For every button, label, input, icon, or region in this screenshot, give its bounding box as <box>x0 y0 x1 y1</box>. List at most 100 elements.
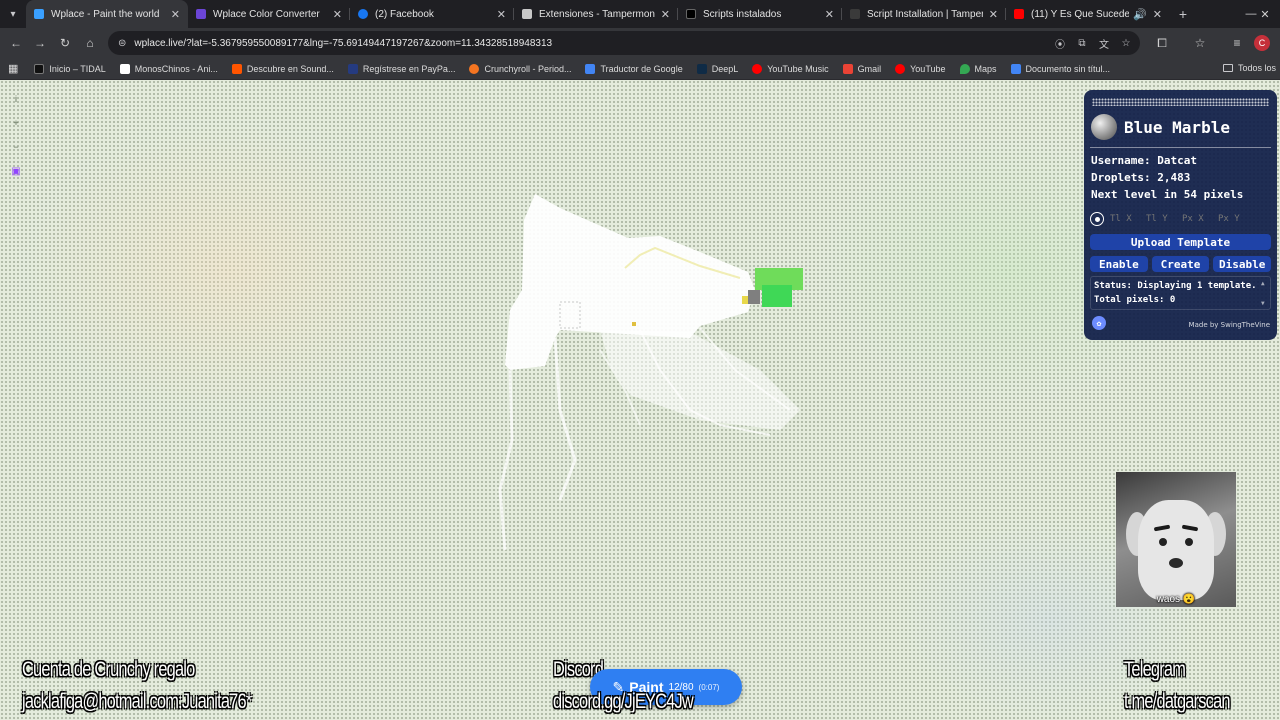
close-icon[interactable]: ✕ <box>333 8 342 21</box>
droplets-text: Droplets: 2,483 <box>1091 171 1191 184</box>
tab-strip: ▾ Wplace - Paint the world ✕ Wplace Colo… <box>0 0 1280 28</box>
status-more-text: Total pixels: 0 <box>1094 295 1176 305</box>
disable-button[interactable]: Disable <box>1213 256 1272 272</box>
settings-icon[interactable]: ✿ <box>1092 316 1106 330</box>
all-bookmarks-folder[interactable]: Todos los <box>1222 63 1276 73</box>
zoom-out-icon[interactable]: − <box>9 140 23 154</box>
bookmark-label: DeepL <box>711 63 739 74</box>
apps-grid-icon[interactable]: ▦ <box>8 62 18 75</box>
username-text: Username: Datcat <box>1091 154 1197 167</box>
youtube-music-icon <box>752 63 763 74</box>
close-icon[interactable]: ✕ <box>497 8 506 21</box>
paint-timer: (0:07) <box>698 682 720 692</box>
blue-marble-panel: Blue Marble Username: Datcat Droplets: 2… <box>1084 90 1277 340</box>
tab-wplace[interactable]: Wplace - Paint the world ✕ <box>26 0 188 28</box>
tab-search-icon[interactable]: ▾ <box>0 0 26 28</box>
tile-y-input[interactable] <box>1146 212 1176 226</box>
bookmark-tidal[interactable]: Inicio – TIDAL <box>34 63 106 74</box>
bookmark-monoschinos[interactable]: MonosChinos - Ani... <box>119 63 218 74</box>
tab-tampermonkey-extensions[interactable]: Extensiones - Tampermonkey ✕ <box>514 0 678 28</box>
pixel-x-input[interactable] <box>1182 212 1212 226</box>
profile-avatar[interactable]: C <box>1254 35 1270 51</box>
reload-icon[interactable]: ↻ <box>55 33 75 53</box>
folder-icon <box>1222 64 1233 72</box>
address-bar[interactable]: ⊜ wplace.live/?lat=-5.367959550089177&ln… <box>108 31 1140 55</box>
bookmarks-star-icon[interactable]: ☆ <box>1190 33 1210 53</box>
location-pin-icon[interactable]: ⦿ <box>1052 35 1068 51</box>
bookmark-crunchyroll[interactable]: Crunchyroll - Period... <box>469 63 572 74</box>
dog-nose <box>1169 558 1183 568</box>
info-icon[interactable]: i <box>9 92 23 106</box>
telegram-title: Telegram <box>1124 658 1186 681</box>
bookmark-gmail[interactable]: Gmail <box>842 63 881 74</box>
blue-marble-logo-icon[interactable] <box>1091 114 1117 140</box>
create-button[interactable]: Create <box>1151 256 1210 272</box>
discord-link: discord.gg/JjEYC4Jw <box>553 690 694 713</box>
home-icon[interactable]: ⌂ <box>80 33 100 53</box>
dog-head <box>1138 500 1214 600</box>
forward-arrow-icon[interactable]: → <box>30 33 50 53</box>
bookmark-star-icon[interactable]: ☆ <box>1118 35 1134 51</box>
bookmark-label: Crunchyroll - Period... <box>484 63 572 74</box>
menu-icon[interactable]: ≡ <box>1227 33 1247 53</box>
speaker-icon[interactable]: 🔊 <box>1133 8 1147 21</box>
bookmark-paypal[interactable]: Regístrese en PayPa... <box>347 63 455 74</box>
close-icon[interactable]: ✕ <box>989 8 998 21</box>
bookmark-label: Traductor de Google <box>600 63 683 74</box>
tile-x-input[interactable] <box>1110 212 1140 226</box>
tab-facebook[interactable]: (2) Facebook ✕ <box>350 0 514 28</box>
close-icon[interactable]: ✕ <box>171 8 180 21</box>
upload-template-button[interactable]: Upload Template <box>1090 234 1271 250</box>
site-info-icon[interactable]: ⊜ <box>118 38 126 49</box>
bookmark-label: YouTube <box>910 63 946 74</box>
bookmark-soundcloud[interactable]: Descubre en Sound... <box>231 63 334 74</box>
credit-text: Made by SwingTheVine <box>1188 321 1270 329</box>
tidal-icon <box>34 63 45 74</box>
translate-icon[interactable]: 文 <box>1096 35 1112 51</box>
status-box[interactable]: Status: Displaying 1 template. Total pix… <box>1090 276 1271 310</box>
next-level-text: Next level in 54 pixels <box>1091 188 1244 201</box>
tab-script-installation[interactable]: Script Installation | Tampermon ✕ <box>842 0 1006 28</box>
tab-color-converter[interactable]: Wplace Color Converter ✕ <box>188 0 350 28</box>
close-icon[interactable]: ✕ <box>1153 8 1162 21</box>
tab-youtube-video[interactable]: (11) Y Es Que Sucede Así - 🔊 ✕ <box>1006 0 1170 28</box>
drag-handle[interactable] <box>1092 98 1269 106</box>
back-arrow-icon[interactable]: ← <box>6 33 26 53</box>
facebook-favicon-icon <box>358 9 368 19</box>
zoom-in-icon[interactable]: + <box>9 116 23 130</box>
gmail-icon <box>842 63 853 74</box>
enable-button[interactable]: Enable <box>1090 256 1148 272</box>
bookmark-youtube[interactable]: YouTube <box>895 63 946 74</box>
twitch-icon[interactable]: ▣ <box>9 164 23 178</box>
bookmark-maps[interactable]: Maps <box>959 63 997 74</box>
url-text: wplace.live/?lat=-5.367959550089177&lng=… <box>134 37 553 49</box>
pixel-canvas[interactable]: i + − ▣ Blue Marble Username: Datcat Dro… <box>0 80 1280 720</box>
close-icon[interactable]: ✕ <box>825 8 834 21</box>
bookmark-label: Documento sin títul... <box>1025 63 1111 74</box>
bookmark-youtube-music[interactable]: YouTube Music <box>752 63 829 74</box>
deepl-icon <box>696 63 707 74</box>
bookmark-label: MonosChinos - Ani... <box>134 63 218 74</box>
bookmark-google-docs[interactable]: Documento sin títul... <box>1010 63 1111 74</box>
dog-eye <box>1185 538 1193 546</box>
crunchy-account-title: Cuenta de Crunchy regalo <box>22 658 195 681</box>
bookmark-google-translate[interactable]: Traductor de Google <box>585 63 683 74</box>
pin-location-icon[interactable] <box>1090 212 1104 226</box>
install-app-icon[interactable]: ⧉ <box>1074 35 1090 51</box>
soundcloud-icon <box>231 63 242 74</box>
telegram-link: t.me/datgarscan <box>1124 690 1231 713</box>
close-window-icon[interactable]: ✕ <box>1250 0 1280 28</box>
tampermonkey-favicon-icon <box>850 9 860 19</box>
new-tab-icon[interactable]: + <box>1170 0 1196 28</box>
bookmark-deepl[interactable]: DeepL <box>696 63 739 74</box>
tab-label: Script Installation | Tampermon <box>867 8 983 20</box>
pixel-y-input[interactable] <box>1218 212 1248 226</box>
scrollbar[interactable]: ▲ ▼ <box>1261 279 1267 307</box>
tab-label: (11) Y Es Que Sucede Así - <box>1031 8 1130 20</box>
tab-installed-scripts[interactable]: Scripts instalados ✕ <box>678 0 842 28</box>
dog-eye <box>1159 538 1167 546</box>
template-actions: Enable Create Disable <box>1090 256 1272 272</box>
color-converter-favicon-icon <box>196 9 206 19</box>
close-icon[interactable]: ✕ <box>661 8 670 21</box>
extensions-puzzle-icon[interactable]: ⧠ <box>1152 33 1172 53</box>
